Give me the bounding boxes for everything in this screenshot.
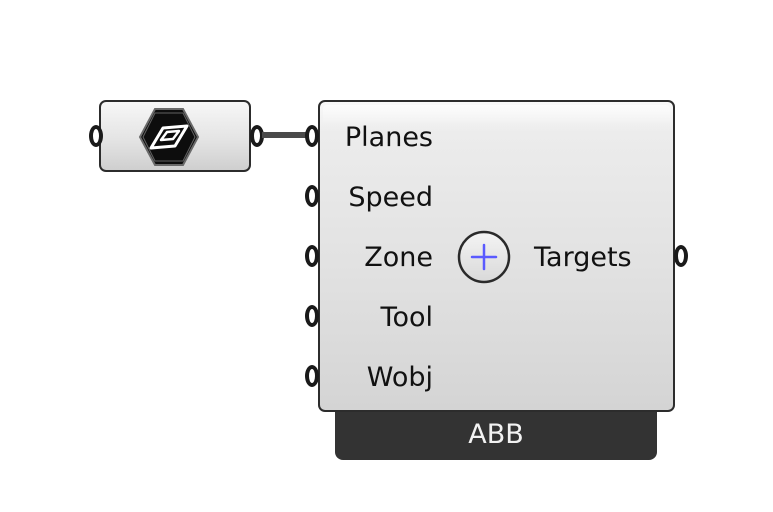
wire-connection[interactable] [262, 132, 310, 138]
output-grip-targets[interactable] [674, 245, 688, 267]
input-label-planes: Planes [344, 122, 433, 153]
plane-parameter-icon [138, 108, 200, 166]
input-grip-planes[interactable] [305, 125, 319, 147]
input-grip-zone[interactable] [305, 245, 319, 267]
grasshopper-canvas[interactable]: ABB Planes Speed Zone Tool Wobj Targets [0, 0, 773, 512]
abb-target-component[interactable]: Planes Speed Zone Tool Wobj Targets [318, 100, 675, 412]
input-label-zone: Zone [364, 242, 433, 273]
input-grip-wobj[interactable] [305, 365, 319, 387]
input-label-wobj: Wobj [366, 362, 433, 393]
component-category-tab: ABB [335, 405, 657, 460]
input-label-tool: Tool [380, 302, 433, 333]
param-input-grip[interactable] [89, 125, 103, 147]
input-label-speed: Speed [348, 182, 433, 213]
input-grip-speed[interactable] [305, 185, 319, 207]
category-label: ABB [468, 419, 524, 450]
plane-parameter-component[interactable] [99, 100, 251, 172]
plus-icon [457, 230, 511, 284]
output-label-targets: Targets [534, 242, 632, 273]
input-grip-tool[interactable] [305, 305, 319, 327]
